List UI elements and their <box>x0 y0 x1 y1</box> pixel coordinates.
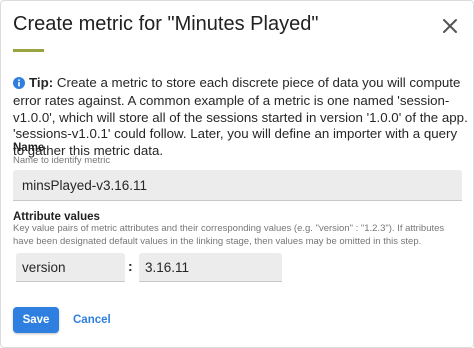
create-metric-dialog: Create metric for "Minutes Played" Tip: … <box>0 0 474 348</box>
close-icon[interactable] <box>441 17 459 35</box>
name-label: Name <box>13 142 45 154</box>
dialog-title: Create metric for "Minutes Played" <box>13 13 319 35</box>
tip-text: Create a metric to store each discrete p… <box>13 75 468 158</box>
key-value-separator: : <box>128 258 133 274</box>
info-icon <box>13 77 25 93</box>
tip-paragraph: Tip: Create a metric to store each discr… <box>13 75 469 159</box>
attribute-value-input[interactable] <box>139 253 282 282</box>
title-underline <box>13 49 44 52</box>
tip-label: Tip: <box>29 75 54 90</box>
cancel-button[interactable]: Cancel <box>67 307 117 333</box>
save-button[interactable]: Save <box>13 307 59 333</box>
attribute-key-input[interactable] <box>16 253 125 282</box>
name-help-text: Name to identify metric <box>13 155 111 166</box>
attribute-values-help-text: Key value pairs of metric attributes and… <box>13 223 445 247</box>
attribute-values-label: Attribute values <box>13 211 100 223</box>
metric-name-input[interactable] <box>13 170 462 201</box>
